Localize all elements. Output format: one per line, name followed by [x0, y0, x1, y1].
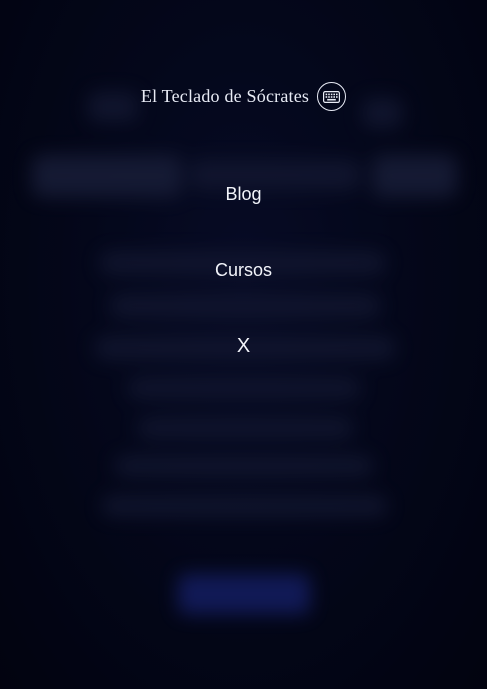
brand-title[interactable]: El Teclado de Sócrates [141, 86, 309, 107]
menu-overlay: El Teclado de Sócrates Blog Cursos X [0, 0, 487, 689]
close-menu-button[interactable]: X [237, 322, 250, 398]
main-menu: Blog Cursos X [0, 170, 487, 398]
mobile-menu-page: El Teclado de Sócrates Blog Cursos X [0, 0, 487, 689]
brand-header[interactable]: El Teclado de Sócrates [0, 82, 487, 111]
keyboard-icon-glyph [323, 90, 341, 103]
menu-item-blog[interactable]: Blog [225, 170, 261, 246]
keyboard-icon[interactable] [317, 82, 347, 111]
menu-item-cursos[interactable]: Cursos [215, 246, 272, 322]
